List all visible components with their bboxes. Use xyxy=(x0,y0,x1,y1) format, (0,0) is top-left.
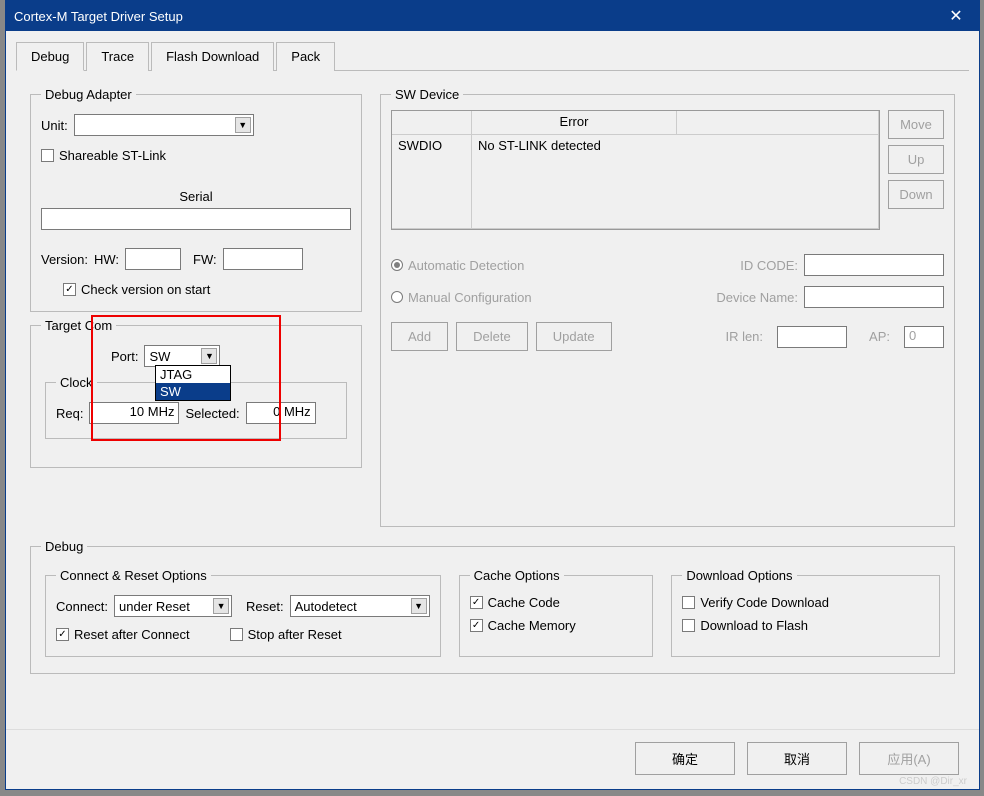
cache-options-group: Cache Options Cache Code Cache Memory xyxy=(459,568,654,657)
window-title: Cortex-M Target Driver Setup xyxy=(14,9,941,24)
cache-memory-label: Cache Memory xyxy=(488,618,576,633)
sw-device-group: SW Device Error SWDIO No ST-LINK detecte… xyxy=(380,87,955,527)
serial-field[interactable] xyxy=(41,208,351,230)
chevron-down-icon[interactable]: ▼ xyxy=(411,598,427,614)
download-options-legend: Download Options xyxy=(682,568,796,583)
port-value: SW xyxy=(149,349,170,364)
verify-code-checkbox[interactable] xyxy=(682,596,695,609)
reset-value: Autodetect xyxy=(295,599,357,614)
dialog-footer: 确定 取消 应用(A) xyxy=(6,729,979,789)
unit-label: Unit: xyxy=(41,118,68,133)
update-button[interactable]: Update xyxy=(536,322,612,351)
cache-options-legend: Cache Options xyxy=(470,568,564,583)
download-options-group: Download Options Verify Code Download Do… xyxy=(671,568,940,657)
close-icon[interactable]: ✕ xyxy=(941,6,971,26)
auto-detection-label: Automatic Detection xyxy=(408,258,524,273)
cache-memory-checkbox[interactable] xyxy=(470,619,483,632)
reset-combo[interactable]: Autodetect ▼ xyxy=(290,595,430,617)
cancel-button[interactable]: 取消 xyxy=(747,742,847,775)
check-version-label: Check version on start xyxy=(81,282,210,297)
connect-combo[interactable]: under Reset ▼ xyxy=(114,595,232,617)
debug-legend: Debug xyxy=(41,539,87,554)
port-dropdown-list: JTAG SW xyxy=(155,365,231,401)
port-label: Port: xyxy=(111,349,138,364)
verify-code-label: Verify Code Download xyxy=(700,595,829,610)
target-com-legend: Target Com xyxy=(41,318,116,333)
chevron-down-icon[interactable]: ▼ xyxy=(235,117,251,133)
sw-device-table: Error SWDIO No ST-LINK detected xyxy=(391,110,880,230)
sw-device-legend: SW Device xyxy=(391,87,463,102)
sw-device-message: No ST-LINK detected xyxy=(472,135,879,229)
debug-group: Debug Connect & Reset Options Connect: u… xyxy=(30,539,955,674)
selected-field: 0 MHz xyxy=(246,402,316,424)
tab-debug[interactable]: Debug xyxy=(16,42,84,71)
connect-label: Connect: xyxy=(56,599,108,614)
idcode-field xyxy=(804,254,944,276)
dialog-window: Cortex-M Target Driver Setup ✕ Debug Tra… xyxy=(5,0,980,790)
debug-adapter-legend: Debug Adapter xyxy=(41,87,136,102)
add-button[interactable]: Add xyxy=(391,322,448,351)
download-flash-checkbox[interactable] xyxy=(682,619,695,632)
serial-label: Serial xyxy=(179,189,212,204)
check-version-checkbox[interactable] xyxy=(63,283,76,296)
device-name-label: Device Name: xyxy=(716,290,798,305)
connect-reset-group: Connect & Reset Options Connect: under R… xyxy=(45,568,441,657)
watermark: CSDN @Dir_xr xyxy=(899,776,967,787)
tab-content: Debug Adapter Unit: ▼ Shareable ST-Link … xyxy=(6,71,979,729)
tab-flash-download[interactable]: Flash Download xyxy=(151,42,274,71)
table-header-blank2 xyxy=(677,111,879,135)
req-label: Req: xyxy=(56,406,83,421)
ap-field: 0 xyxy=(904,326,944,348)
up-button[interactable]: Up xyxy=(888,145,944,174)
move-button[interactable]: Move xyxy=(888,110,944,139)
irlen-label: IR len: xyxy=(725,329,763,344)
reset-after-checkbox[interactable] xyxy=(56,628,69,641)
swdio-label: SWDIO xyxy=(392,135,472,229)
auto-detection-radio[interactable] xyxy=(391,259,403,271)
table-header-error: Error xyxy=(472,111,677,135)
target-com-group: Target Com Port: SW ▼ Clock Req: 10 MHz xyxy=(30,318,362,468)
selected-label: Selected: xyxy=(185,406,239,421)
tabstrip: Debug Trace Flash Download Pack xyxy=(16,41,969,71)
manual-config-radio[interactable] xyxy=(391,291,403,303)
fw-field xyxy=(223,248,303,270)
hw-field xyxy=(125,248,181,270)
titlebar: Cortex-M Target Driver Setup ✕ xyxy=(6,1,979,31)
connect-reset-legend: Connect & Reset Options xyxy=(56,568,211,583)
stop-after-checkbox[interactable] xyxy=(230,628,243,641)
chevron-down-icon[interactable]: ▼ xyxy=(201,348,217,364)
debug-adapter-group: Debug Adapter Unit: ▼ Shareable ST-Link … xyxy=(30,87,362,312)
device-name-field xyxy=(804,286,944,308)
cache-code-checkbox[interactable] xyxy=(470,596,483,609)
fw-label: FW: xyxy=(193,252,217,267)
download-flash-label: Download to Flash xyxy=(700,618,808,633)
ok-button[interactable]: 确定 xyxy=(635,742,735,775)
down-button[interactable]: Down xyxy=(888,180,944,209)
shareable-label: Shareable ST-Link xyxy=(59,148,166,163)
connect-value: under Reset xyxy=(119,599,190,614)
irlen-field xyxy=(777,326,847,348)
reset-label: Reset: xyxy=(246,599,284,614)
delete-button[interactable]: Delete xyxy=(456,322,528,351)
reset-after-label: Reset after Connect xyxy=(74,627,190,642)
version-label: Version: xyxy=(41,252,88,267)
tab-pack[interactable]: Pack xyxy=(276,42,335,71)
clock-legend: Clock xyxy=(56,375,97,390)
unit-combo[interactable]: ▼ xyxy=(74,114,254,136)
ap-label: AP: xyxy=(869,329,890,344)
port-option-sw[interactable]: SW xyxy=(156,383,230,400)
hw-label: HW: xyxy=(94,252,119,267)
req-field[interactable]: 10 MHz xyxy=(89,402,179,424)
chevron-down-icon[interactable]: ▼ xyxy=(213,598,229,614)
apply-button[interactable]: 应用(A) xyxy=(859,742,959,775)
stop-after-label: Stop after Reset xyxy=(248,627,342,642)
port-combo[interactable]: SW ▼ xyxy=(144,345,220,367)
port-option-jtag[interactable]: JTAG xyxy=(156,366,230,383)
tab-trace[interactable]: Trace xyxy=(86,42,149,71)
cache-code-label: Cache Code xyxy=(488,595,560,610)
idcode-label: ID CODE: xyxy=(740,258,798,273)
table-header-blank xyxy=(392,111,472,135)
manual-config-label: Manual Configuration xyxy=(408,290,532,305)
shareable-checkbox[interactable] xyxy=(41,149,54,162)
